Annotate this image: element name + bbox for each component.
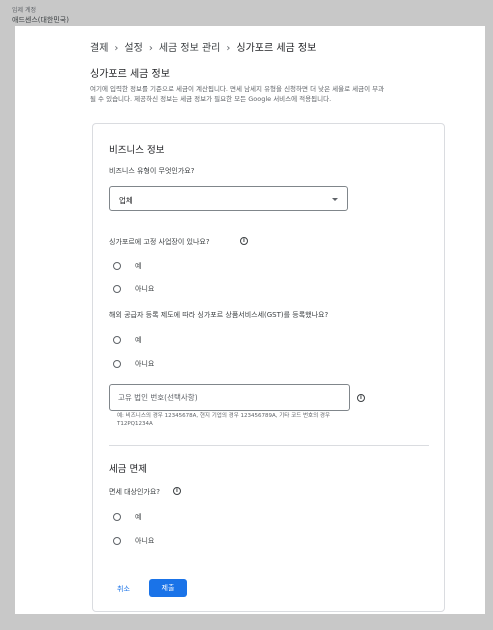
section-divider (109, 445, 429, 446)
tax-exemption-question: 면세 대상인가요? (109, 488, 161, 496)
business-type-value: 업체 (119, 196, 133, 205)
fixed-place-question: 싱가포르에 고정 사업장이 있나요? (109, 238, 210, 246)
exemption-no-radio[interactable] (113, 537, 121, 545)
info-icon[interactable]: i (240, 237, 248, 245)
info-icon[interactable]: i (173, 487, 181, 495)
fixed-place-no-radio[interactable] (113, 285, 121, 293)
tax-exemption-heading: 세금 면제 (109, 464, 147, 475)
account-label: 임제 계정 (12, 7, 36, 14)
breadcrumb-settings[interactable]: 설정 (124, 43, 142, 54)
breadcrumb-tax-manage[interactable]: 세금 정보 관리 (159, 43, 221, 54)
fixed-place-yes-label: 예 (135, 262, 142, 270)
breadcrumb-separator: › (114, 43, 119, 54)
breadcrumb-separator: › (148, 43, 153, 54)
gst-yes-label: 예 (135, 336, 142, 344)
exemption-yes-label: 예 (135, 513, 142, 521)
fixed-place-yes-radio[interactable] (113, 262, 121, 270)
gst-no-radio[interactable] (113, 360, 121, 368)
exemption-yes-radio[interactable] (113, 513, 121, 521)
uen-field[interactable] (109, 384, 350, 411)
business-type-question: 비즈니스 유형이 무엇인가요? (109, 167, 195, 175)
dropdown-arrow-icon (332, 198, 338, 201)
page-description: 여기에 입력한 정보를 기준으로 세금이 계산됩니다. 면세 남세지 유형을 신… (90, 85, 385, 103)
business-info-heading: 비즈니스 정보 (109, 145, 165, 156)
fixed-place-no-label: 아니요 (135, 285, 155, 293)
page-container: 결제 › 설정 › 세금 정보 관리 › 싱가포르 세금 정보 싱가포르 세금 정보 여기에… (15, 26, 485, 614)
uen-hint: 예: 비즈니스의 경우 12345678A, 현지 기업의 경우 1234567… (117, 413, 331, 427)
cancel-button[interactable]: 취소 (117, 584, 130, 594)
submit-button[interactable]: 제출 (149, 579, 187, 597)
tax-form-card: 비즈니스 정보 비즈니스 유형이 무엇인가요? 업체 싱가포르에 고정 사업장이… (92, 123, 445, 612)
exemption-no-label: 아니요 (135, 537, 155, 545)
gst-question: 해외 공급자 등록 제도에 따라 싱가포르 상품서비스세(GST)를 등록했나요… (109, 311, 329, 319)
breadcrumb-billing[interactable]: 결제 (90, 43, 108, 54)
business-type-select[interactable]: 업체 (109, 186, 348, 211)
uen-input[interactable] (118, 393, 338, 402)
breadcrumb-separator: › (226, 43, 231, 54)
breadcrumb-current: 싱가포르 세금 정보 (236, 43, 317, 54)
account-name: 애드센스(대한민국) (12, 16, 69, 24)
page-title: 싱가포르 세금 정보 (90, 69, 170, 80)
breadcrumb: 결제 › 설정 › 세금 정보 관리 › 싱가포르 세금 정보 (90, 39, 316, 54)
gst-no-label: 아니요 (135, 360, 155, 368)
gst-yes-radio[interactable] (113, 336, 121, 344)
info-icon[interactable]: i (357, 394, 365, 402)
